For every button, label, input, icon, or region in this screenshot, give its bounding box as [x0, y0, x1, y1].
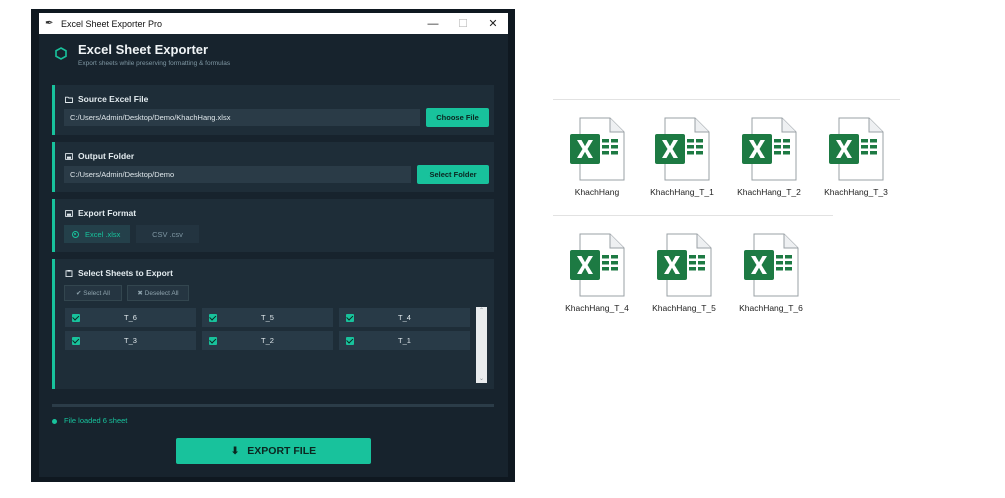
format-option-csv[interactable]: CSV .csv: [136, 225, 199, 243]
sheet-item[interactable]: T_1: [339, 331, 470, 350]
output-label: Output Folder: [78, 151, 135, 161]
save-icon: [65, 152, 73, 160]
choose-file-button[interactable]: Choose File: [426, 108, 489, 127]
minimize-button[interactable]: —: [418, 13, 448, 34]
explorer-divider: [553, 99, 900, 100]
progress-bar: [52, 404, 494, 407]
source-title: Source Excel File: [65, 94, 148, 104]
clipboard-icon: [65, 269, 73, 277]
status-text: File loaded 6 sheet: [64, 416, 128, 425]
file-item[interactable]: KhachHang_T_5: [642, 232, 726, 313]
source-label: Source Excel File: [78, 94, 149, 104]
save-icon: [65, 209, 73, 217]
app-subtitle: Export sheets while preserving formattin…: [78, 60, 231, 67]
checkbox-checked-icon[interactable]: [72, 336, 80, 345]
output-path-field[interactable]: C:/Users/Admin/Desktop/Demo: [64, 166, 411, 183]
app-header: Excel Sheet Exporter Export sheets while…: [39, 34, 508, 74]
source-path-field[interactable]: C:/Users/Admin/Desktop/Demo/KhachHang.xl…: [64, 109, 420, 126]
excel-file-icon: [829, 117, 884, 181]
checkbox-checked-icon[interactable]: [209, 336, 217, 345]
title-bar: ✒ Excel Sheet Exporter Pro — ☐ ✕: [39, 13, 508, 34]
file-name: KhachHang_T_4: [565, 303, 629, 313]
file-item[interactable]: KhachHang: [555, 116, 639, 197]
app-window: ✒ Excel Sheet Exporter Pro — ☐ ✕ Excel S…: [39, 13, 508, 477]
excel-file-icon: [570, 233, 625, 297]
file-item[interactable]: KhachHang_T_4: [555, 232, 639, 313]
excel-file-icon: [655, 117, 710, 181]
maximize-button[interactable]: ☐: [448, 13, 478, 34]
deselect-all-button[interactable]: ✖ Deselect All: [127, 285, 189, 301]
window-title: Excel Sheet Exporter Pro: [61, 18, 163, 29]
checkbox-checked-icon[interactable]: [209, 313, 217, 322]
hexagon-icon: [55, 47, 67, 60]
radio-selected-icon: [72, 230, 79, 238]
format-label: Export Format: [78, 208, 137, 218]
status-dot-icon: [52, 419, 57, 424]
format-title: Export Format: [65, 208, 136, 218]
sheets-label: Select Sheets to Export: [78, 268, 173, 278]
feather-icon: ✒: [45, 18, 54, 29]
scroll-up-icon[interactable]: ⌃: [476, 307, 487, 315]
file-item[interactable]: KhachHang_T_2: [727, 116, 811, 197]
explorer-divider: [553, 215, 833, 216]
select-folder-button[interactable]: Select Folder: [417, 165, 489, 184]
format-card: Export Format Excel .xlsx CSV .csv: [52, 199, 494, 252]
download-icon: ⬇: [230, 445, 240, 457]
source-card: Source Excel File C:/Users/Admin/Desktop…: [52, 85, 494, 135]
checkbox-checked-icon[interactable]: [72, 313, 80, 322]
sheets-title: Select Sheets to Export: [65, 268, 173, 278]
file-name: KhachHang_T_6: [739, 303, 803, 313]
export-file-button[interactable]: ⬇ EXPORT FILE: [176, 438, 371, 464]
sheets-scrollbar[interactable]: ⌃ ⌄: [476, 307, 487, 383]
format-option-xlsx[interactable]: Excel .xlsx: [64, 225, 130, 243]
file-name: KhachHang_T_1: [650, 187, 714, 197]
file-item[interactable]: KhachHang_T_3: [814, 116, 898, 197]
file-item[interactable]: KhachHang_T_1: [640, 116, 724, 197]
sheets-card: Select Sheets to Export ✔ Select All ✖ D…: [52, 259, 494, 389]
sheet-item[interactable]: T_3: [65, 331, 196, 350]
output-card: Output Folder C:/Users/Admin/Desktop/Dem…: [52, 142, 494, 192]
sheet-item[interactable]: T_4: [339, 308, 470, 327]
excel-file-icon: [744, 233, 799, 297]
sheet-item[interactable]: T_6: [65, 308, 196, 327]
file-name: KhachHang_T_2: [737, 187, 801, 197]
excel-file-icon: [570, 117, 625, 181]
folder-icon: [65, 96, 73, 103]
checkbox-checked-icon[interactable]: [346, 336, 354, 345]
file-name: KhachHang: [574, 187, 620, 197]
file-name: KhachHang_T_5: [652, 303, 716, 313]
checkbox-checked-icon[interactable]: [346, 313, 354, 322]
sheet-item[interactable]: T_5: [202, 308, 333, 327]
file-item[interactable]: KhachHang_T_6: [729, 232, 813, 313]
output-title: Output Folder: [65, 151, 134, 161]
sheet-item[interactable]: T_2: [202, 331, 333, 350]
excel-file-icon: [657, 233, 712, 297]
scroll-down-icon[interactable]: ⌄: [476, 375, 487, 383]
excel-file-icon: [742, 117, 797, 181]
app-title: Excel Sheet Exporter: [78, 42, 209, 57]
file-name: KhachHang_T_3: [824, 187, 888, 197]
close-button[interactable]: ✕: [478, 13, 508, 34]
select-all-button[interactable]: ✔ Select All: [64, 285, 122, 301]
